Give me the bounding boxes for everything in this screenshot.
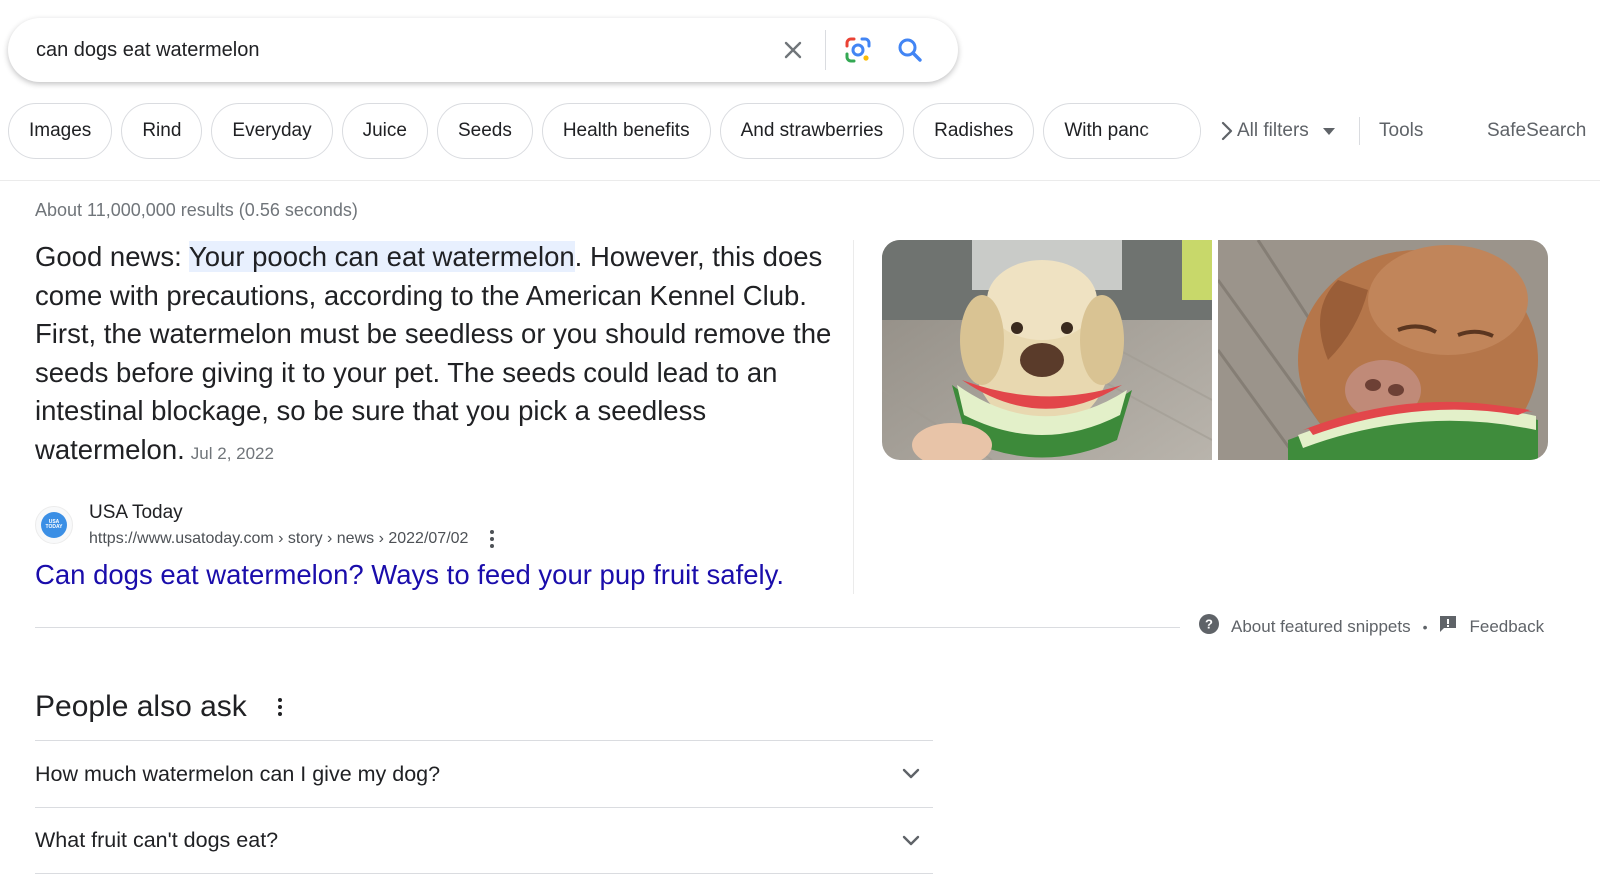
toolbar-divider [1359, 117, 1360, 145]
search-bar[interactable]: can dogs eat watermelon [8, 18, 958, 82]
footer-separator: • [1422, 618, 1428, 635]
paa-question-text: How much watermelon can I give my dog? [35, 761, 441, 786]
source-meta: USA Today https://www.usatoday.com › sto… [89, 500, 500, 552]
search-icon[interactable] [890, 30, 930, 70]
snippet-body: . However, this does come with precautio… [35, 241, 832, 465]
all-filters-label: All filters [1237, 120, 1309, 141]
chip-and-strawberries[interactable]: And strawberries [719, 103, 905, 159]
featured-snippet-text: Good news: Your pooch can eat watermelon… [35, 238, 835, 473]
search-actions [773, 30, 930, 70]
paa-title: People also ask [35, 690, 247, 723]
chip-health-benefits[interactable]: Health benefits [541, 103, 711, 159]
source-name: USA Today [89, 502, 183, 523]
paa-question[interactable]: What fruit can't dogs eat? [35, 807, 933, 874]
people-also-ask-list: How much watermelon can I give my dog? W… [35, 740, 933, 874]
google-lens-icon[interactable] [838, 30, 878, 70]
close-icon[interactable] [773, 30, 813, 70]
snippet-highlight: Your pooch can eat watermelon [188, 241, 575, 272]
snippet-footer: ? About featured snippets • Feedback [1199, 614, 1544, 639]
svg-text:?: ? [1205, 617, 1213, 632]
caret-down-icon [1322, 120, 1335, 142]
chip-images[interactable]: Images [8, 103, 113, 159]
source-url-row: https://www.usatoday.com › story › news … [89, 526, 500, 552]
paa-question-text: What fruit can't dogs eat? [35, 828, 279, 852]
result-title-link[interactable]: Can dogs eat watermelon? Ways to feed yo… [35, 556, 784, 594]
people-also-ask-heading: People also ask [35, 690, 285, 724]
feedback-link[interactable]: Feedback [1469, 617, 1544, 637]
dog-eating-watermelon-image-2[interactable] [1218, 240, 1548, 460]
chevron-down-icon[interactable] [899, 829, 923, 853]
more-vert-icon[interactable] [484, 529, 500, 549]
favicon-logo: USA TODAY [41, 512, 67, 538]
search-bar-divider [825, 30, 826, 70]
chip-rind[interactable]: Rind [121, 103, 203, 159]
chip-everyday[interactable]: Everyday [211, 103, 333, 159]
usa-today-favicon: USA TODAY [35, 506, 73, 544]
about-featured-snippets-link[interactable]: About featured snippets [1231, 617, 1411, 637]
chip-juice[interactable]: Juice [341, 103, 428, 159]
chip-label: With panc [1064, 120, 1149, 141]
chip-radishes[interactable]: Radishes [913, 103, 1035, 159]
snippet-date: Jul 2, 2022 [190, 443, 274, 463]
more-vert-icon[interactable] [275, 695, 285, 719]
chip-seeds[interactable]: Seeds [436, 103, 533, 159]
feedback-icon[interactable] [1439, 615, 1457, 638]
snippet-lead: Good news: [35, 241, 189, 272]
result-source[interactable]: USA TODAY USA Today https://www.usatoday… [35, 500, 500, 552]
help-icon[interactable]: ? [1199, 614, 1219, 639]
tools-button[interactable]: Tools [1379, 103, 1423, 159]
snippet-footer-divider [35, 627, 1180, 628]
search-input[interactable]: can dogs eat watermelon [36, 39, 773, 62]
chevron-down-icon[interactable] [899, 762, 923, 786]
results-count: About 11,000,000 results (0.56 seconds) [35, 200, 358, 220]
filter-chips: Images Rind Everyday Juice Seeds Health … [8, 103, 1244, 159]
chip-with-pancakes[interactable]: With panc [1043, 103, 1202, 159]
paa-question[interactable]: How much watermelon can I give my dog? [35, 740, 933, 807]
snippet-images[interactable] [882, 240, 1548, 460]
header-divider [0, 180, 1600, 181]
source-url: https://www.usatoday.com › story › news … [89, 530, 469, 547]
all-filters-button[interactable]: All filters [1237, 103, 1335, 159]
dog-eating-watermelon-image-1[interactable] [882, 240, 1212, 460]
snippet-column-divider [853, 240, 854, 594]
safesearch-button[interactable]: SafeSearch [1487, 103, 1586, 159]
